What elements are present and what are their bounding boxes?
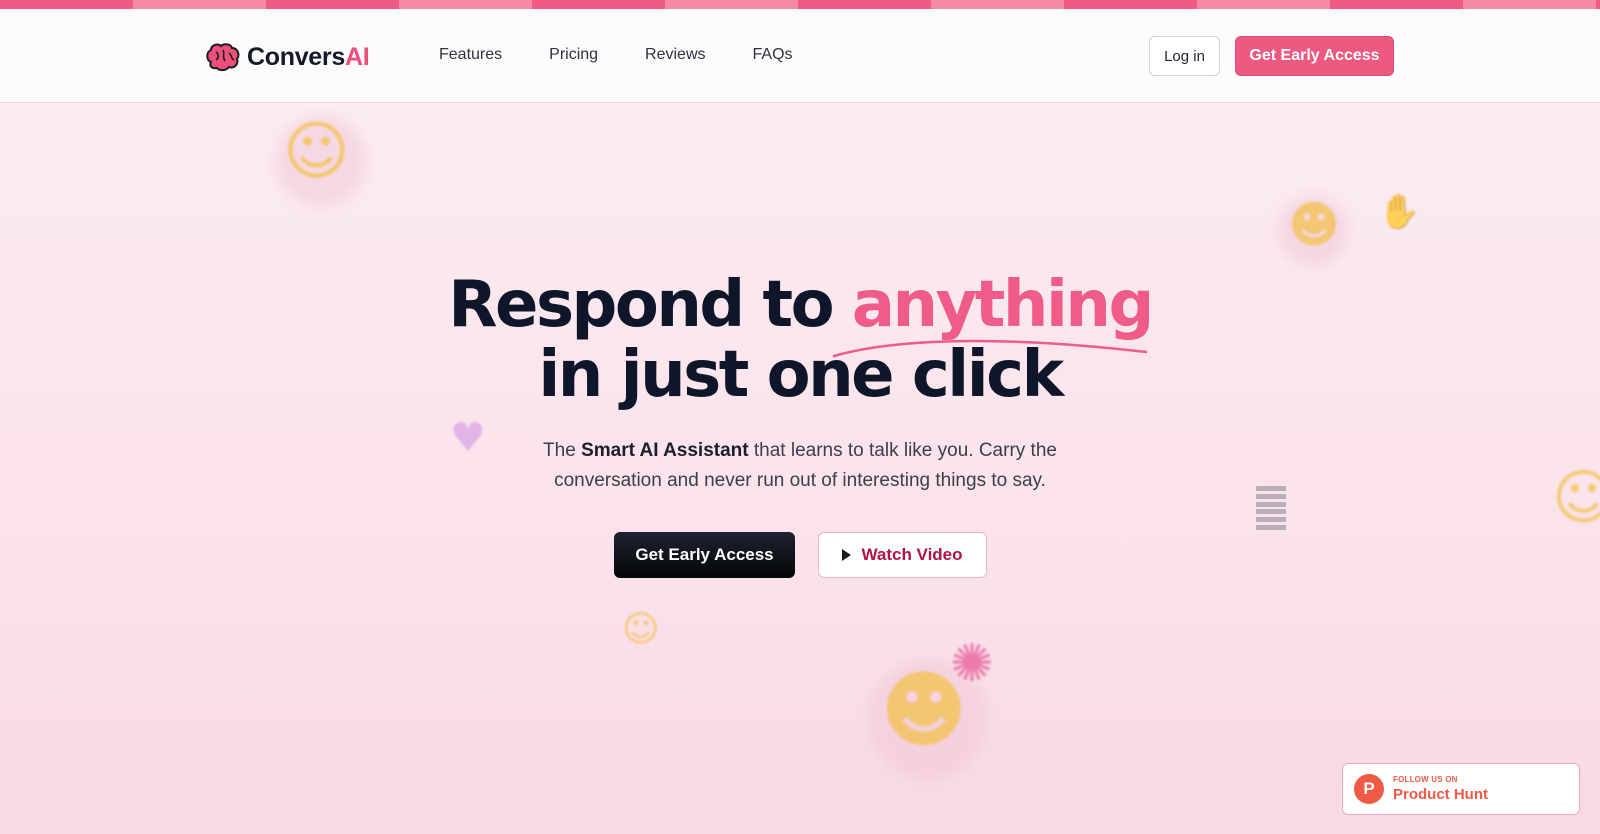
- hero-title: Respond to anything in just one click: [0, 270, 1600, 410]
- get-early-access-button[interactable]: Get Early Access: [614, 532, 795, 578]
- product-hunt-caption: FOLLOW US ON: [1393, 775, 1458, 784]
- purple-heart-emoji: ♥: [450, 415, 486, 461]
- nav-links: Features Pricing Reviews FAQs: [439, 46, 793, 64]
- top-accent-stripe: [0, 0, 1600, 9]
- brand-name: ConversAI: [247, 42, 370, 71]
- brand-logo[interactable]: ConversAI: [205, 41, 370, 73]
- highlight-underline: [832, 339, 1148, 358]
- sunglasses-emoji: ☻: [1288, 196, 1341, 254]
- login-button[interactable]: Log in: [1149, 36, 1220, 76]
- nav-link-features[interactable]: Features: [439, 46, 502, 64]
- smiling-face-with-hearts-emoji: ☺: [1552, 463, 1600, 533]
- nav-link-faqs[interactable]: FAQs: [753, 46, 793, 64]
- play-icon: [842, 549, 852, 561]
- brain-icon: [206, 43, 240, 72]
- smiling-face-with-hearts-emoji: ☺: [283, 115, 350, 189]
- product-hunt-icon: P: [1354, 774, 1384, 804]
- folded-hands-emoji: ✋: [1378, 192, 1421, 232]
- equalizer-bars: [1256, 486, 1286, 530]
- watch-video-button[interactable]: Watch Video: [818, 532, 987, 578]
- rolling-on-floor-laughing-emoji: ☺: [622, 609, 660, 650]
- hero-subtitle: The Smart AI Assistant that learns to ta…: [543, 440, 1057, 491]
- hero-title-part1: Respond to: [448, 268, 834, 342]
- top-navigation-bar: ConversAI Features Pricing Reviews FAQs …: [0, 9, 1600, 103]
- watch-video-label: Watch Video: [861, 545, 963, 564]
- nav-link-reviews[interactable]: Reviews: [645, 46, 705, 64]
- product-hunt-label: Product Hunt: [1393, 786, 1488, 803]
- party-popper-emoji: ✺: [950, 634, 994, 694]
- product-hunt-badge[interactable]: P FOLLOW US ON Product Hunt: [1342, 763, 1580, 815]
- nav-link-pricing[interactable]: Pricing: [549, 46, 598, 64]
- nav-get-early-access-button[interactable]: Get Early Access: [1235, 36, 1394, 76]
